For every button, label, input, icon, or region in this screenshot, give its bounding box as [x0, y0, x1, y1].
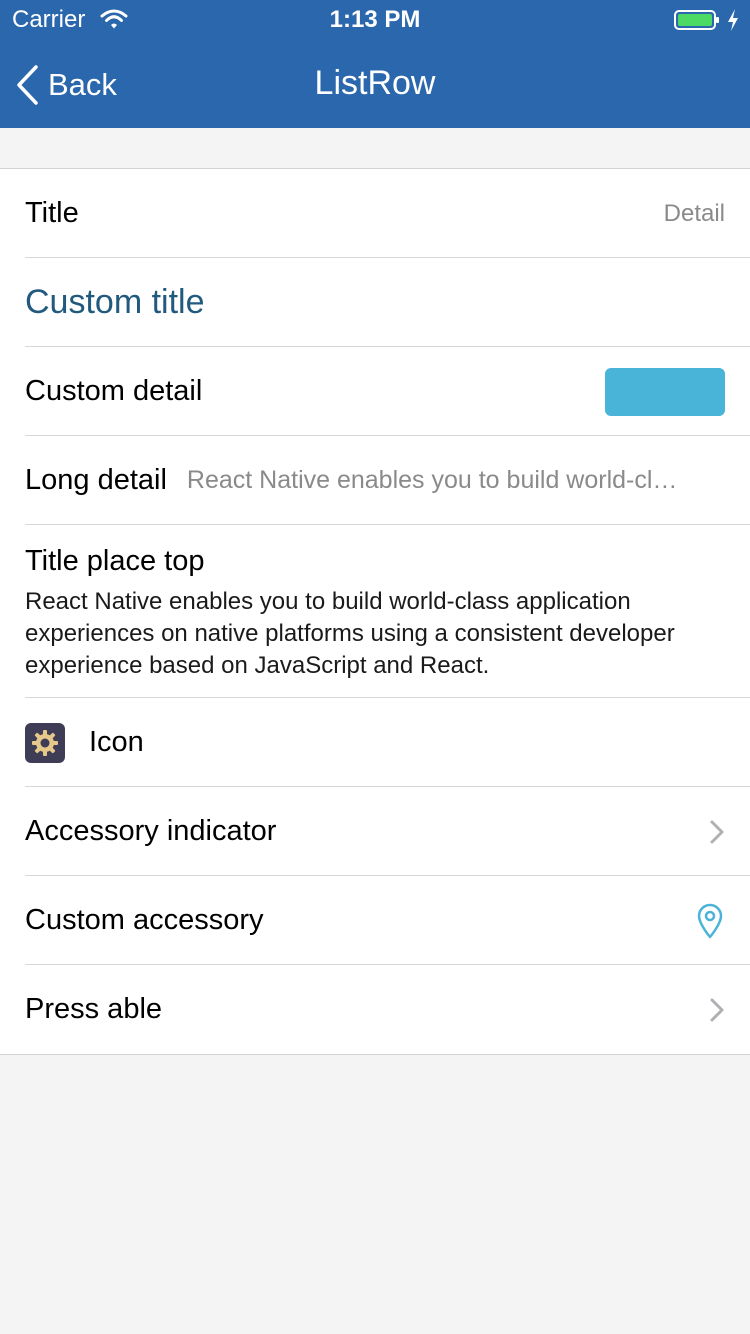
list-row-long-detail: Long detail React Native enables you to …: [0, 436, 750, 525]
list-view: Title Detail Custom title Custom detail …: [0, 168, 750, 1055]
back-button[interactable]: Back: [14, 62, 117, 108]
chevron-right-icon: [710, 820, 724, 843]
status-bar: Carrier 1:13 PM: [0, 0, 750, 40]
nav-bar: Back ListRow: [0, 40, 750, 128]
row-title: Press able: [25, 993, 163, 1025]
row-custom-title: Custom title: [25, 283, 205, 321]
list-row-custom-accessory: Custom accessory: [0, 876, 750, 965]
list-row-accessory-indicator: Accessory indicator: [0, 787, 750, 876]
list-row-icon: Icon: [0, 698, 750, 787]
custom-detail-swatch: [605, 367, 725, 416]
row-detail: React Native enables you to build world-…: [25, 588, 675, 679]
location-pin-icon: [697, 903, 723, 938]
list-row-title-place-top: Title place top React Native enables you…: [0, 525, 750, 698]
row-title: Long detail: [25, 464, 167, 496]
row-title: Accessory indicator: [25, 815, 277, 847]
row-title: Icon: [89, 726, 144, 758]
list-row-title: Title Detail: [0, 169, 750, 258]
row-title: Custom detail: [25, 375, 203, 407]
battery-icon: [674, 10, 719, 30]
header: Carrier 1:13 PM Back ListRow: [0, 0, 750, 128]
back-label: Back: [48, 67, 117, 102]
row-detail: React Native enables you to build world-…: [186, 466, 678, 494]
row-detail: Detail: [663, 199, 725, 227]
chevron-right-icon: [710, 998, 724, 1021]
list-row-press-able[interactable]: Press able: [0, 965, 750, 1054]
row-title: Title place top: [25, 545, 205, 577]
list-row-custom-title: Custom title: [0, 258, 750, 347]
gear-icon: [25, 722, 65, 763]
row-title: Title: [25, 197, 79, 229]
list-row-custom-detail: Custom detail: [0, 347, 750, 436]
status-time: 1:13 PM: [329, 6, 421, 33]
charging-bolt-icon: [728, 9, 738, 31]
chevron-left-icon: [17, 65, 38, 105]
row-title: Custom accessory: [25, 904, 264, 936]
